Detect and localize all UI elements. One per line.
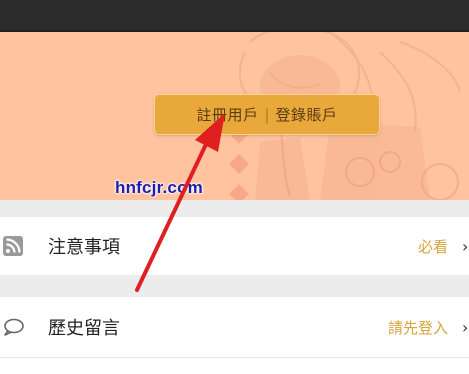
- register-label[interactable]: 註冊用戶: [196, 104, 258, 125]
- rss-icon: [3, 236, 23, 256]
- register-login-button[interactable]: 註冊用戶 | 登錄賬戶: [154, 94, 380, 135]
- chat-bubble-icon: [4, 318, 24, 336]
- section-gap: [0, 275, 469, 297]
- watermark-text: hnfcjr.com: [115, 178, 203, 197]
- top-status-bar: [0, 0, 469, 30]
- menu-item-action[interactable]: 必看: [418, 236, 448, 257]
- menu-item-label: 注意事項: [48, 237, 120, 258]
- chevron-right-icon: ›: [462, 317, 469, 337]
- menu-item-notices[interactable]: 注意事項 必看 ›: [0, 217, 469, 275]
- auth-separator: |: [264, 105, 270, 124]
- chevron-right-icon: ›: [462, 236, 469, 256]
- login-label[interactable]: 登錄賬戶: [276, 104, 338, 125]
- menu-item-label: 歷史留言: [48, 318, 120, 339]
- bottom-divider: [0, 357, 469, 358]
- section-gap: [0, 200, 469, 217]
- menu-item-message-history[interactable]: 歷史留言 請先登入 ›: [0, 297, 469, 357]
- menu-item-action[interactable]: 請先登入: [388, 317, 448, 338]
- hero-banner: 註冊用戶 | 登錄賬戶: [0, 32, 469, 200]
